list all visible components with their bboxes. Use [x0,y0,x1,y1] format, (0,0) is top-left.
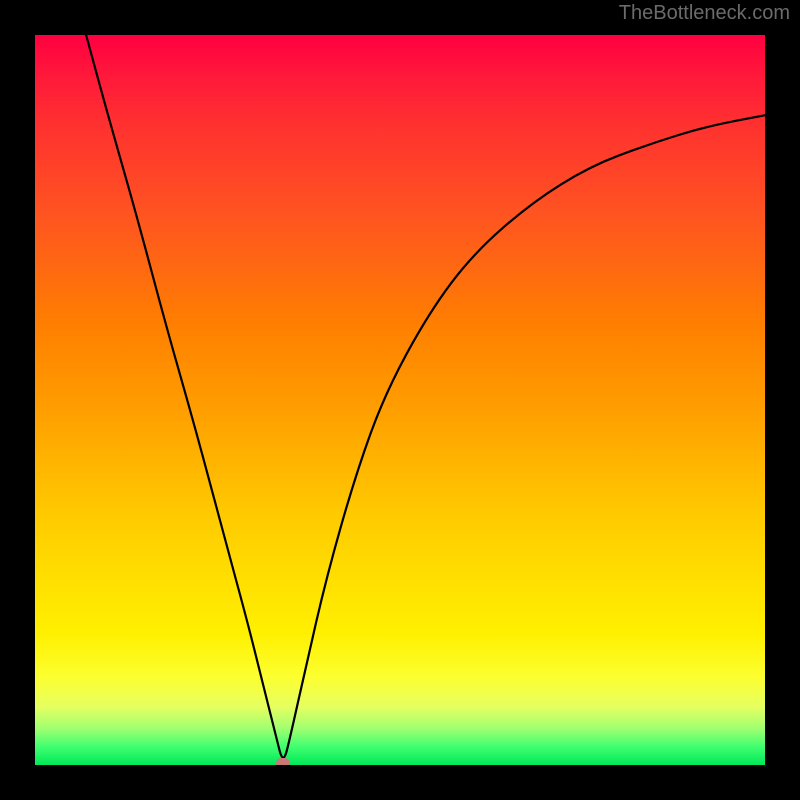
watermark-text: TheBottleneck.com [619,2,790,25]
bottleneck-curve [35,35,765,765]
plot-area [35,35,765,765]
chart-frame: TheBottleneck.com [0,0,800,800]
minimum-marker [276,758,290,765]
